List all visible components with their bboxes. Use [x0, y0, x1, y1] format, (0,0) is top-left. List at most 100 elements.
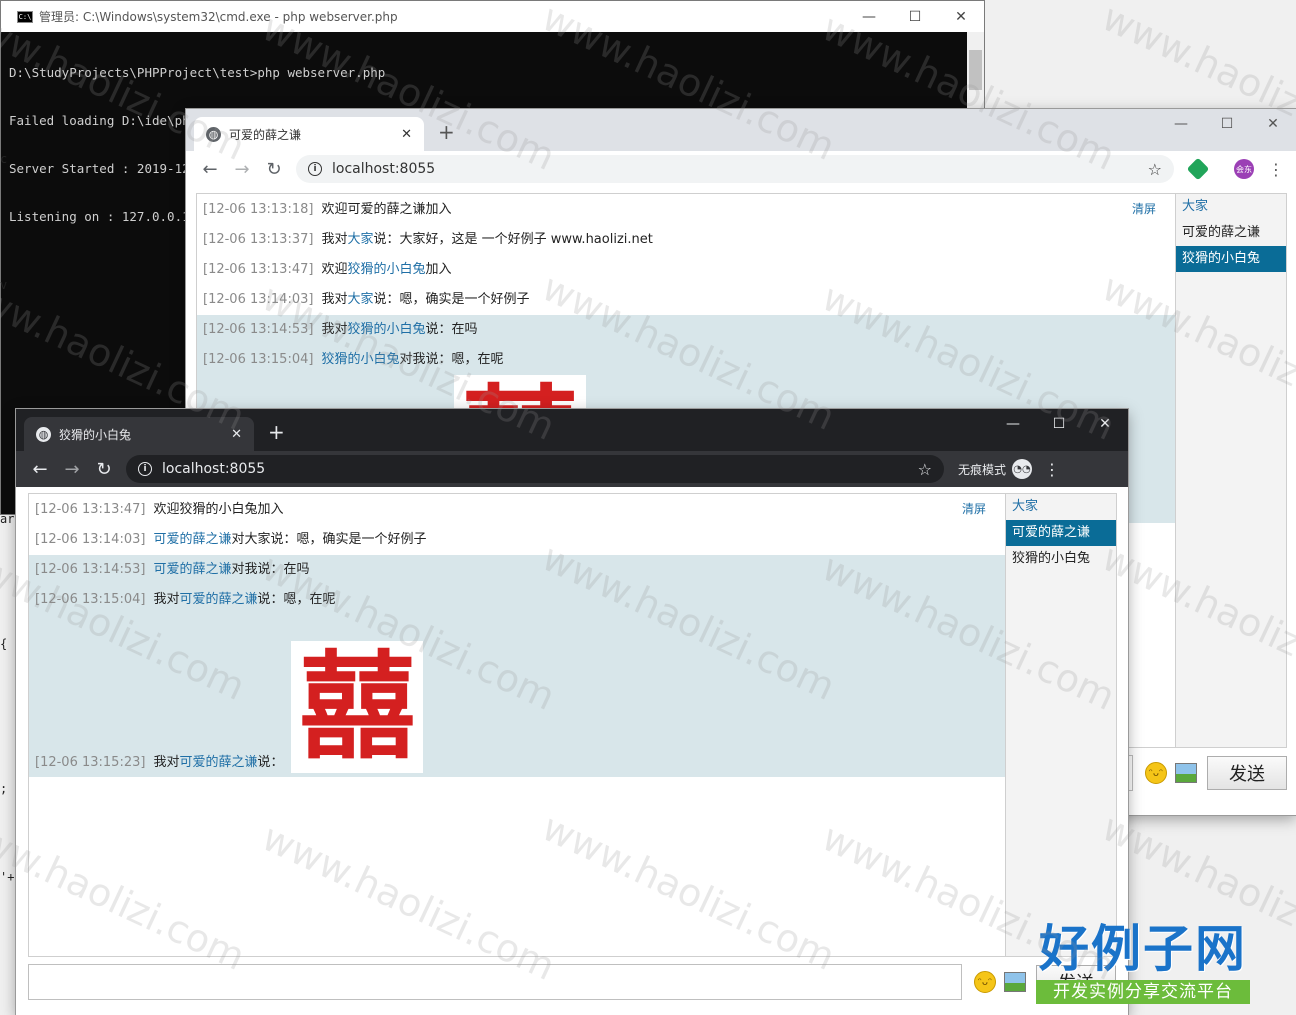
new-tab-icon[interactable]: +: [268, 421, 285, 443]
avatar[interactable]: 会东: [1234, 159, 1254, 179]
user-list-item[interactable]: 狡猾的小白兔: [1176, 246, 1286, 272]
user-list-item[interactable]: 可爱的薛之谦: [1006, 520, 1116, 546]
send-button[interactable]: 发送: [1207, 756, 1287, 790]
address-bar[interactable]: i localhost:8055 ☆: [296, 155, 1174, 183]
back-arrow-icon[interactable]: ←: [24, 455, 56, 483]
emoji-icon[interactable]: ᵔᴗᵔ: [1145, 762, 1167, 784]
more-vert-icon[interactable]: ⋮: [1044, 460, 1060, 479]
back-arrow-icon[interactable]: ←: [194, 155, 226, 183]
clear-screen-link[interactable]: 清屏: [962, 500, 986, 517]
cmd-titlebar[interactable]: C:\ 管理员: C:\Windows\system32\cmd.exe - p…: [1, 1, 984, 32]
new-tab-icon[interactable]: +: [438, 121, 455, 143]
picture-icon[interactable]: [1004, 972, 1026, 992]
message-timestamp: [12-06 13:14:53]: [35, 562, 146, 577]
message-text: [12-06 13:15:04] 狡猾的小白兔对我说：嗯，在呢: [203, 352, 503, 367]
user-list-item[interactable]: 狡猾的小白兔: [1006, 546, 1116, 572]
window-controls: — ☐ ✕: [990, 409, 1128, 439]
message-text: [12-06 13:13:18] 欢迎可爱的薛之谦加入: [203, 202, 451, 217]
message-timestamp: [12-06 13:15:23]: [35, 755, 146, 770]
maximize-icon[interactable]: ☐: [892, 1, 938, 32]
message-part: 说：在吗: [425, 322, 478, 337]
sent-image[interactable]: 囍: [291, 641, 424, 773]
message-part: 欢迎: [321, 262, 348, 277]
url-text: localhost:8055: [162, 461, 266, 477]
forward-arrow-icon[interactable]: →: [56, 455, 88, 483]
incognito-icon: ◔◔: [1012, 459, 1033, 479]
tab-strip: ◍ 狡猾的小白兔 ✕ + — ☐ ✕: [16, 409, 1128, 451]
info-icon[interactable]: i: [138, 462, 152, 476]
message-text: [12-06 13:14:53] 我对狡猾的小白兔说：在吗: [203, 322, 477, 337]
message-part: 我对: [153, 755, 180, 770]
chat-message: [12-06 13:13:37] 我对大家说：大家好，这是 一个好例子 www.h…: [197, 225, 1175, 255]
browser-toolbar: ← → ↻ i localhost:8055 ☆ 无痕模式 ◔◔ ⋮: [16, 451, 1128, 487]
info-icon[interactable]: i: [308, 162, 322, 176]
brand-title: 好例子网: [1039, 920, 1247, 978]
user-name-link[interactable]: 可爱的薛之谦: [153, 562, 231, 577]
message-part: 欢迎可爱的薛之谦加入: [321, 202, 452, 217]
reload-icon[interactable]: ↻: [258, 155, 290, 183]
message-text: [12-06 13:15:23] 我对可爱的薛之谦说：: [35, 753, 283, 773]
clear-screen-link[interactable]: 清屏: [1132, 200, 1156, 217]
message-part: 欢迎狡猾的小白兔加入: [153, 502, 284, 517]
message-part: 说：嗯，在呢: [257, 592, 336, 607]
chat-message: [12-06 13:15:04] 狡猾的小白兔对我说：嗯，在呢: [197, 345, 1175, 375]
emoji-icon[interactable]: ᵔᴗᵔ: [974, 971, 996, 993]
bg-text-fragment: '+: [0, 870, 15, 884]
user-name-link[interactable]: 狡猾的小白兔: [347, 262, 425, 277]
message-part: 加入: [425, 262, 452, 277]
close-icon[interactable]: ✕: [1082, 409, 1128, 439]
tab-title: 可爱的薛之谦: [229, 127, 302, 142]
cmd-scrollbar[interactable]: [967, 32, 984, 112]
tab-close-icon[interactable]: ✕: [401, 127, 412, 142]
maximize-icon[interactable]: ☐: [1036, 409, 1082, 439]
maximize-icon[interactable]: ☐: [1204, 109, 1250, 139]
message-input[interactable]: [28, 964, 962, 1000]
message-text: [12-06 13:14:53] 可爱的薛之谦对我说：在吗: [35, 562, 309, 577]
message-timestamp: [12-06 13:15:04]: [35, 592, 146, 607]
cmd-window-controls: — ☐ ✕: [846, 1, 984, 32]
tab-close-icon[interactable]: ✕: [231, 427, 242, 442]
bookmark-star-icon[interactable]: ☆: [918, 460, 932, 479]
message-timestamp: [12-06 13:13:47]: [35, 502, 146, 517]
user-name-link[interactable]: 狡猾的小白兔: [321, 352, 399, 367]
minimize-icon[interactable]: —: [990, 409, 1036, 439]
forward-arrow-icon[interactable]: →: [226, 155, 258, 183]
user-name-link[interactable]: 可爱的薛之谦: [179, 592, 257, 607]
message-part: 我对: [153, 592, 180, 607]
message-timestamp: [12-06 13:13:18]: [203, 202, 314, 217]
address-bar[interactable]: i localhost:8055 ☆: [126, 455, 944, 483]
message-timestamp: [12-06 13:15:04]: [203, 352, 314, 367]
user-name-link[interactable]: 可爱的薛之谦: [153, 532, 231, 547]
message-timestamp: [12-06 13:13:37]: [203, 232, 314, 247]
user-name-link[interactable]: 可爱的薛之谦: [179, 755, 257, 770]
message-timestamp: [12-06 13:14:53]: [203, 322, 314, 337]
user-name-link[interactable]: 大家: [347, 232, 373, 247]
message-part: 我对: [321, 322, 348, 337]
url-text: localhost:8055: [332, 161, 436, 177]
close-icon[interactable]: ✕: [938, 1, 984, 32]
reload-icon[interactable]: ↻: [88, 455, 120, 483]
extension-tag-icon[interactable]: [1186, 157, 1210, 181]
message-list[interactable]: [12-06 13:13:47] 欢迎狡猾的小白兔加入 [12-06 13:14:0…: [29, 494, 1005, 956]
user-list: 大家 可爱的薛之谦 狡猾的小白兔: [1175, 194, 1286, 747]
minimize-icon[interactable]: —: [846, 1, 892, 32]
scrollbar-thumb[interactable]: [969, 50, 982, 90]
bookmark-star-icon[interactable]: ☆: [1148, 160, 1162, 179]
user-list-item[interactable]: 大家: [1006, 494, 1116, 520]
minimize-icon[interactable]: —: [1158, 109, 1204, 139]
browser-tab[interactable]: ◍ 狡猾的小白兔 ✕: [24, 417, 254, 451]
message-timestamp: [12-06 13:14:03]: [203, 292, 314, 307]
browser-tab[interactable]: ◍ 可爱的薛之谦 ✕: [194, 117, 424, 151]
picture-icon[interactable]: [1175, 763, 1197, 783]
more-vert-icon[interactable]: ⋮: [1268, 160, 1284, 179]
user-list-item[interactable]: 可爱的薛之谦: [1176, 220, 1286, 246]
close-icon[interactable]: ✕: [1250, 109, 1296, 139]
tab-title: 狡猾的小白兔: [59, 427, 132, 442]
incognito-indicator[interactable]: 无痕模式 ◔◔: [958, 459, 1033, 479]
user-name-link[interactable]: 狡猾的小白兔: [347, 322, 425, 337]
message-part: 对我说：嗯，在呢: [399, 352, 504, 367]
chat-message: [12-06 13:13:47] 欢迎狡猾的小白兔加入: [29, 495, 1005, 525]
user-list-item[interactable]: 大家: [1176, 194, 1286, 220]
message-timestamp: [12-06 13:14:03]: [35, 532, 146, 547]
user-name-link[interactable]: 大家: [347, 292, 373, 307]
